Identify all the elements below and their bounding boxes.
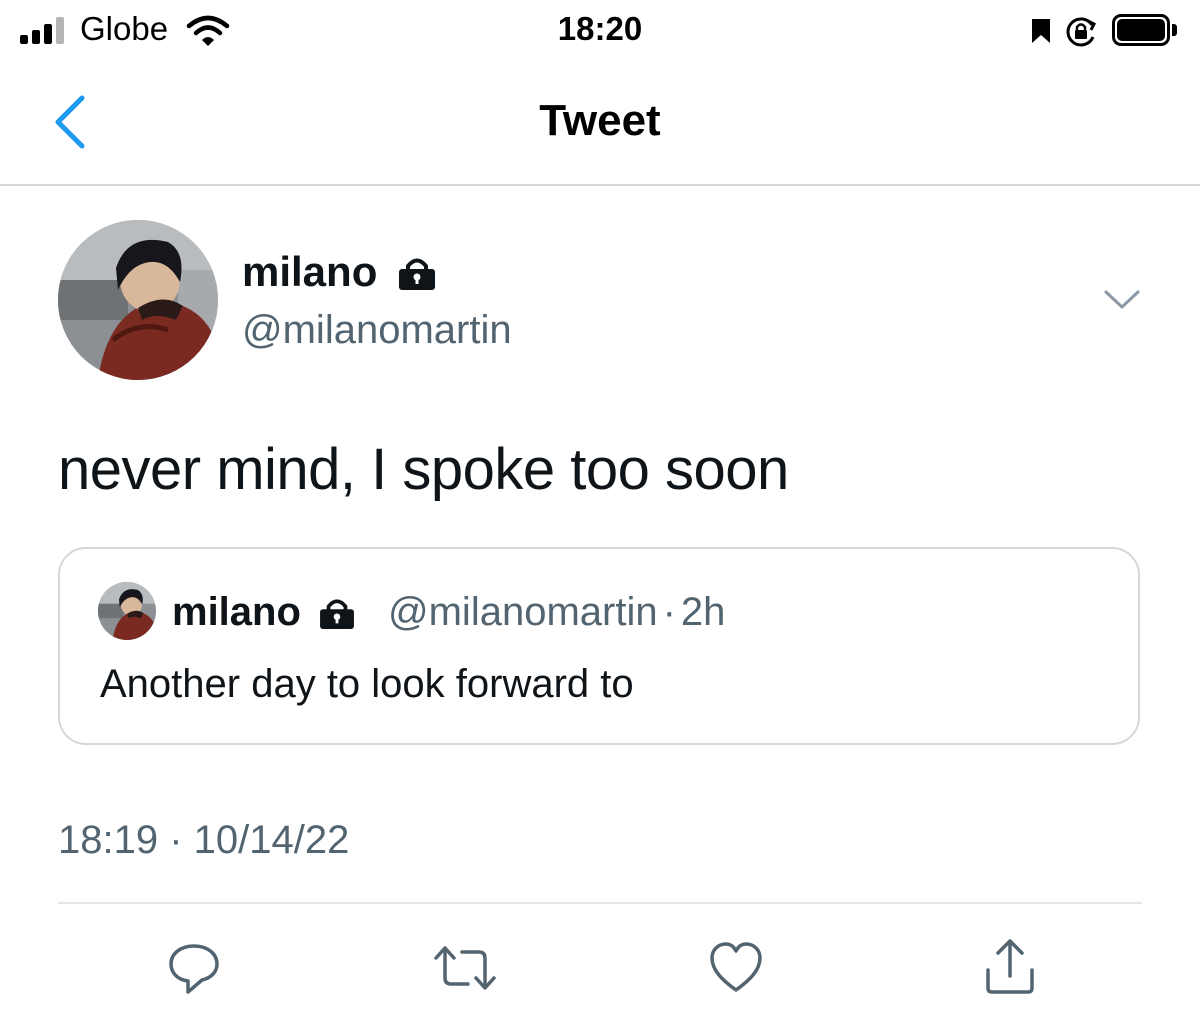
share-icon[interactable] [982, 936, 1038, 996]
tweet-timestamp: 18:19 · 10/14/22 [58, 818, 350, 862]
status-time: 18:20 [557, 10, 643, 47]
meta-separator: · [662, 590, 676, 634]
battery-icon [1112, 14, 1178, 48]
chevron-down-icon[interactable] [1102, 286, 1142, 312]
quoted-author-avatar [98, 582, 156, 640]
retweet-icon[interactable] [432, 944, 498, 992]
nav-divider [0, 184, 1200, 186]
bookmark-icon [1032, 19, 1050, 43]
quoted-tweet-age: 2h [680, 590, 726, 634]
quoted-tweet-text: Another day to look forward to [100, 662, 634, 706]
quoted-author-handle: @milanomartin [388, 590, 658, 634]
quoted-author-name: milano [172, 590, 356, 635]
author-handle[interactable]: @milanomartin [242, 308, 512, 353]
orientation-lock-icon [1066, 17, 1097, 47]
like-icon[interactable] [708, 940, 764, 994]
author-avatar[interactable] [58, 220, 218, 380]
action-divider [58, 902, 1142, 904]
author-name[interactable]: milano [242, 248, 437, 296]
tweet-text: never mind, I spoke too soon [58, 437, 789, 502]
quoted-author-meta: @milanomartin · 2h [388, 590, 725, 635]
lock-icon [320, 599, 354, 629]
reply-icon[interactable] [166, 940, 222, 996]
quoted-tweet-card[interactable] [58, 547, 1140, 745]
lock-icon [399, 258, 436, 290]
page-title: Tweet [539, 96, 661, 145]
